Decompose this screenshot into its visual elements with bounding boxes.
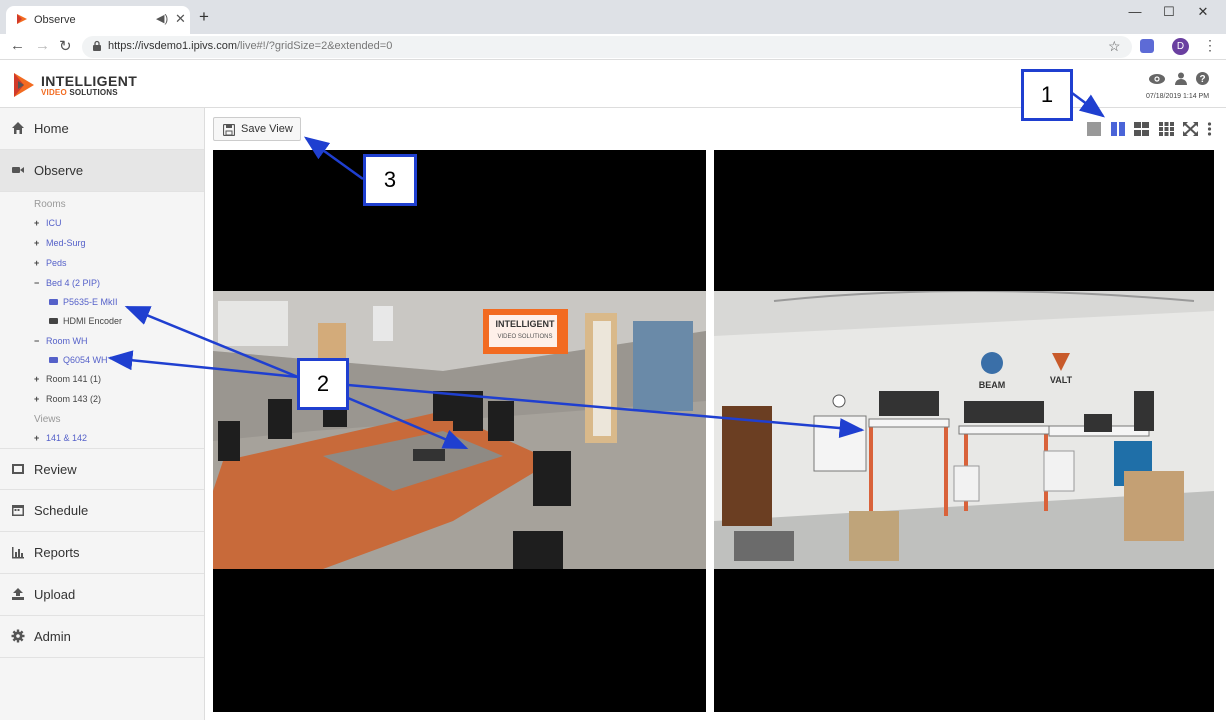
callout-3-arrow [303, 136, 364, 181]
callout-2: 2 [297, 358, 349, 410]
callout-2-arrow-b [107, 350, 299, 379]
callout-2-arrow-d [347, 383, 865, 438]
callout-3: 3 [363, 154, 417, 206]
callout-2-arrow-a [124, 305, 299, 379]
callout-1-arrow [1071, 91, 1106, 118]
callout-1: 1 [1021, 69, 1073, 121]
callout-2-arrow-c [347, 396, 469, 450]
